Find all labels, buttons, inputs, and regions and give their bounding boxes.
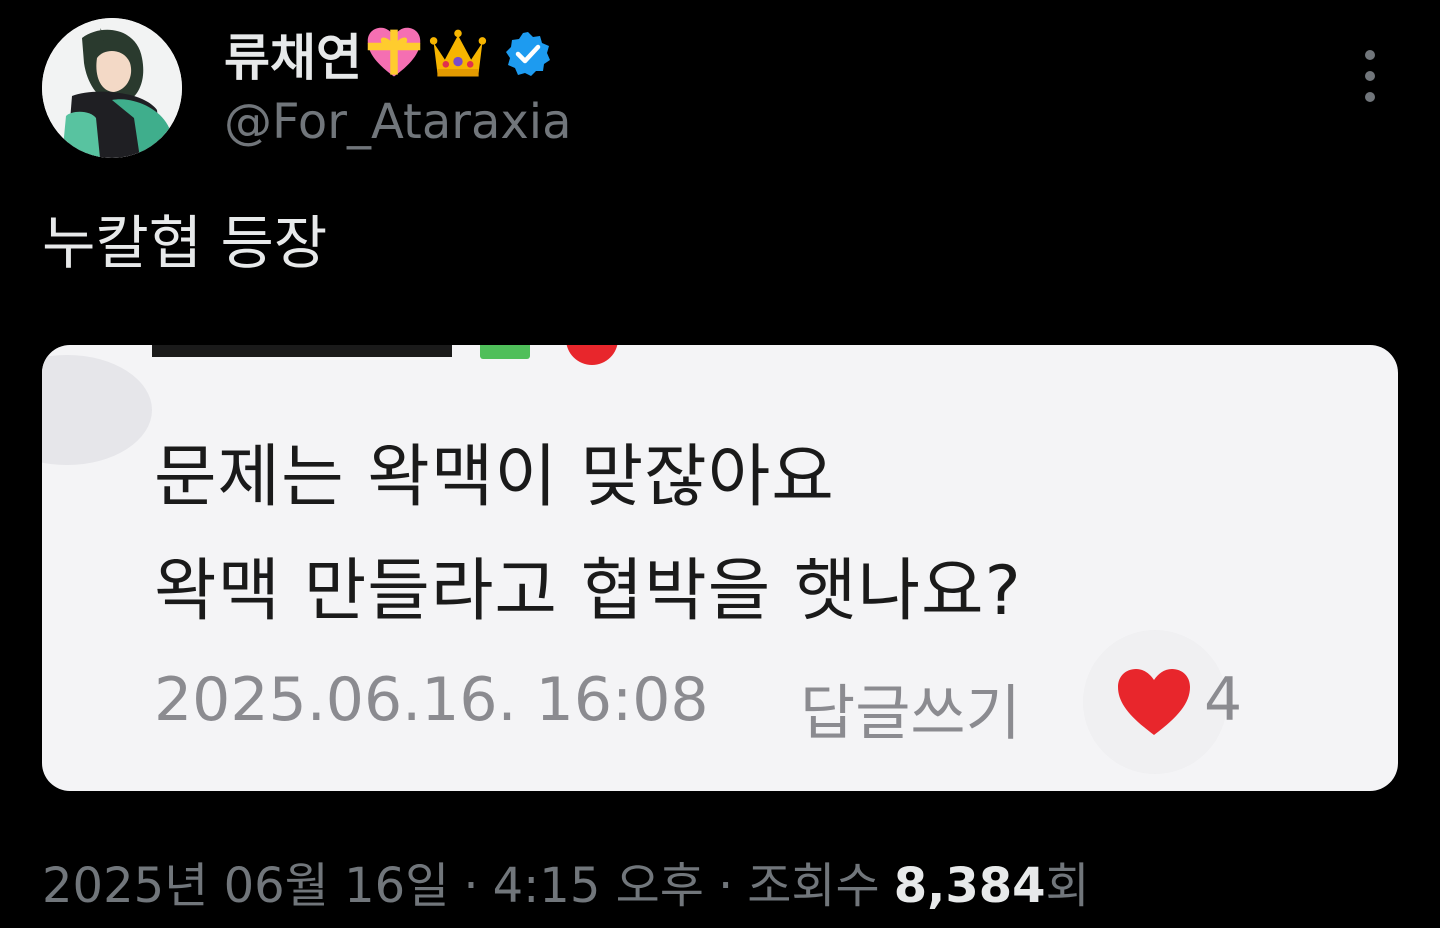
more-options-button[interactable] (1348, 50, 1392, 102)
meta-separator: · (463, 858, 479, 914)
meta-separator: · (717, 858, 734, 914)
more-dot-icon (1365, 71, 1375, 81)
views-count: 8,384 (893, 858, 1046, 914)
author-display-name-row[interactable]: 류채연 (224, 22, 552, 87)
author-display-name[interactable]: 류채연 (224, 18, 362, 90)
more-dot-icon (1365, 50, 1375, 60)
tweet-media-image[interactable]: 문제는 왁맥이 맞잖아요 왁맥 만들라고 협박을 햇나요? 2025.06.16… (42, 345, 1398, 791)
avatar-illustration (42, 18, 182, 158)
gift-heart-emoji-icon (362, 22, 426, 86)
author-handle[interactable]: @For_Ataraxia (224, 94, 572, 150)
comment-date: 2025.06.16. 16:08 (154, 665, 709, 735)
more-dot-icon (1365, 92, 1375, 102)
comment-text-line-1: 문제는 왁맥이 맞잖아요 (154, 438, 835, 517)
cropped-commenter-name (152, 345, 618, 365)
comment-like-count: 4 (1204, 665, 1243, 735)
views-suffix: 회 (1045, 858, 1090, 914)
tweet-metadata: 2025년 06월 16일 · 4:15 오후 · 조회수 8,384 회 (42, 846, 1090, 916)
tweet-date[interactable]: 2025년 06월 16일 (42, 846, 449, 916)
tweet-text: 누칼협 등장 (42, 209, 328, 277)
heart-icon (1116, 667, 1192, 737)
views-label: 조회수 (747, 858, 880, 914)
verified-badge-icon[interactable] (504, 30, 552, 78)
crown-emoji-icon (426, 22, 490, 86)
tweet-time[interactable]: 4:15 오후 (493, 846, 704, 916)
author-avatar[interactable] (42, 18, 182, 158)
cropped-commenter-avatar (42, 355, 152, 465)
comment-text-line-2: 왁맥 만들라고 협박을 햇나요? (154, 552, 1022, 631)
comment-reply-link: 답글쓰기 (800, 679, 1021, 749)
